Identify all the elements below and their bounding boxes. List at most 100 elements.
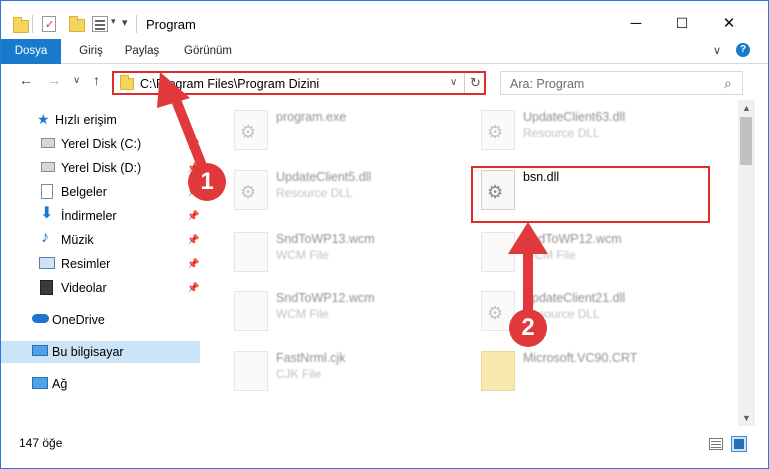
new-folder-icon[interactable] xyxy=(69,16,85,32)
folder-icon xyxy=(481,351,515,391)
sidebar-item-documents[interactable]: Belgeler 📌 xyxy=(1,181,200,203)
search-input[interactable]: Ara: Program ⌕ xyxy=(500,71,743,95)
file-type: Resource DLL xyxy=(523,126,600,140)
sidebar-item-label: Müzik xyxy=(61,233,94,247)
list-item[interactable]: UpdateClient5.dll Resource DLL xyxy=(234,164,464,214)
search-icon[interactable]: ⌕ xyxy=(724,75,732,92)
close-button[interactable]: ✕ xyxy=(706,9,752,37)
properties-icon[interactable]: ✓ xyxy=(42,16,56,32)
scroll-up-icon[interactable]: ▲ xyxy=(742,103,751,113)
video-icon xyxy=(40,280,53,295)
up-icon[interactable]: ↑ xyxy=(93,72,100,88)
customize-toolbar-icon[interactable]: ▾ xyxy=(122,16,128,29)
status-bar: 147 öğe xyxy=(1,431,768,457)
exe-file-icon xyxy=(234,110,268,150)
window-title: Program xyxy=(146,17,196,32)
sidebar-item-pictures[interactable]: Resimler 📌 xyxy=(1,253,200,275)
pin-icon: 📌 xyxy=(187,138,200,150)
music-icon: ♪ xyxy=(41,229,49,246)
sidebar-item-drive-c[interactable]: Yerel Disk (C:) 📌 xyxy=(1,133,200,155)
file-name: UpdateClient5.dll xyxy=(276,170,372,184)
file-type: WCM File xyxy=(523,248,576,262)
sidebar-item-network[interactable]: Ağ xyxy=(1,373,200,395)
address-path: C:\Program Files\Program Dizini xyxy=(140,77,320,91)
document-icon xyxy=(41,184,53,199)
view-options-icon[interactable] xyxy=(92,16,108,32)
file-name: SndToWP13.wcm xyxy=(276,232,375,246)
vertical-scrollbar[interactable]: ▲ ▼ xyxy=(738,100,755,426)
explorer-window: ✓ ▾ ▾ Program ─ ☐ ✕ Dosya Giriş Paylaş G… xyxy=(0,0,769,469)
sidebar-item-quick-access[interactable]: ★ Hızlı erişim xyxy=(1,109,200,131)
file-icon xyxy=(234,291,268,331)
sidebar-item-onedrive[interactable]: OneDrive xyxy=(1,309,200,331)
maximize-button[interactable]: ☐ xyxy=(659,9,705,37)
file-name: SndToWP12.wcm xyxy=(276,291,375,305)
list-item[interactable]: Microsoft.VC90.CRT xyxy=(481,345,711,395)
sidebar-item-label: Videolar xyxy=(61,281,107,295)
pin-icon: 📌 xyxy=(187,234,200,246)
back-icon[interactable]: ← xyxy=(19,72,33,88)
file-name: SndToWP12.wcm xyxy=(523,232,622,246)
file-type: WCM File xyxy=(276,248,329,262)
title-divider xyxy=(136,15,137,33)
file-icon xyxy=(481,232,515,272)
tab-paylas[interactable]: Paylaş xyxy=(118,39,166,64)
list-item[interactable]: UpdateClient63.dll Resource DLL xyxy=(481,104,711,154)
list-item[interactable]: SndToWP12.wcm WCM File xyxy=(234,285,464,335)
tab-giris[interactable]: Giriş xyxy=(69,39,113,64)
list-item[interactable]: program.exe xyxy=(234,104,464,154)
minimize-button[interactable]: ─ xyxy=(613,9,659,37)
details-view-icon[interactable] xyxy=(709,438,723,450)
file-icon xyxy=(234,351,268,391)
callout-badge-1: 1 xyxy=(188,163,226,201)
file-type: CJK File xyxy=(276,367,322,381)
sidebar-item-label: Hızlı erişim xyxy=(55,113,117,127)
tab-gorunum[interactable]: Görünüm xyxy=(176,39,240,64)
forward-icon[interactable]: → xyxy=(47,72,61,88)
sidebar-item-label: Belgeler xyxy=(61,185,107,199)
recent-locations-icon[interactable]: ∨ xyxy=(73,75,80,86)
sidebar-item-label: İndirmeler xyxy=(61,209,117,223)
file-name: Microsoft.VC90.CRT xyxy=(523,351,638,365)
help-icon[interactable]: ? xyxy=(736,43,750,57)
search-placeholder: Ara: Program xyxy=(510,77,585,91)
tiles-view-icon[interactable] xyxy=(731,436,747,452)
sidebar-item-label: Yerel Disk (C:) xyxy=(61,137,142,151)
chevron-down-icon[interactable]: ▾ xyxy=(111,16,116,27)
callout-badge-2: 2 xyxy=(509,309,547,347)
scroll-thumb[interactable] xyxy=(740,117,752,165)
ribbon-expand-icon[interactable]: ∨ xyxy=(713,44,721,57)
list-item[interactable]: SndToWP13.wcm WCM File xyxy=(234,226,464,276)
quick-access-toolbar xyxy=(13,15,29,35)
cloud-icon xyxy=(32,314,49,323)
folder-icon xyxy=(13,17,29,33)
star-icon: ★ xyxy=(37,111,50,127)
scroll-down-icon[interactable]: ▼ xyxy=(742,413,751,423)
list-item[interactable]: FastNrml.cjk CJK File xyxy=(234,345,464,395)
file-icon xyxy=(234,232,268,272)
drive-icon xyxy=(41,138,55,148)
ribbon: Dosya Giriş Paylaş Görünüm ∨ ? xyxy=(1,39,768,64)
sidebar-item-drive-d[interactable]: Yerel Disk (D:) 📌 xyxy=(1,157,200,179)
tab-dosya[interactable]: Dosya xyxy=(1,39,61,64)
sidebar-item-label: Bu bilgisayar xyxy=(52,345,124,359)
list-item[interactable]: SndToWP12.wcm WCM File xyxy=(481,226,711,276)
file-name: FastNrml.cjk xyxy=(276,351,346,365)
download-icon: ⬇ xyxy=(40,205,54,222)
pin-icon: 📌 xyxy=(187,258,200,270)
picture-icon xyxy=(39,257,55,269)
sidebar-item-label: Ağ xyxy=(52,377,68,391)
sidebar-item-videos[interactable]: Videolar 📌 xyxy=(1,277,200,299)
sidebar-item-downloads[interactable]: ⬇ İndirmeler 📌 xyxy=(1,205,200,227)
sidebar-item-label: Resimler xyxy=(61,257,111,271)
item-count: 147 öğe xyxy=(19,436,63,450)
folder-icon xyxy=(120,75,134,90)
file-type: Resource DLL xyxy=(276,186,353,200)
file-name: program.exe xyxy=(276,110,347,124)
refresh-icon[interactable]: ↻ xyxy=(470,75,481,91)
address-bar[interactable]: C:\Program Files\Program Dizini ∨ ↻ xyxy=(112,71,486,95)
sidebar-item-this-pc[interactable]: Bu bilgisayar xyxy=(1,341,200,363)
highlight-box xyxy=(471,166,710,223)
address-dropdown-icon[interactable]: ∨ xyxy=(450,77,457,88)
sidebar-item-music[interactable]: ♪ Müzik 📌 xyxy=(1,229,200,251)
